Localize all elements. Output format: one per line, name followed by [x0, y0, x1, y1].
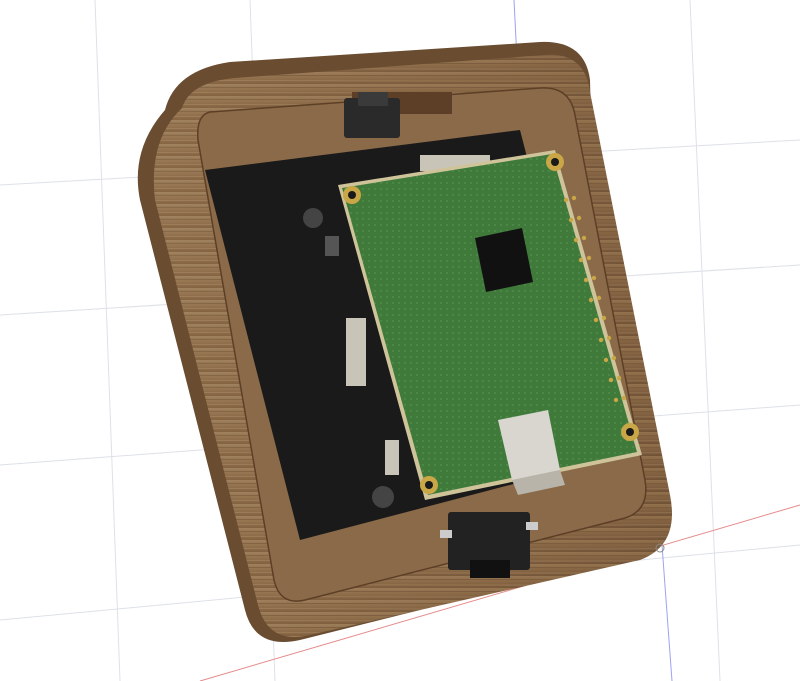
z-axis-line-lower [661, 544, 673, 681]
cad-viewport[interactable] [0, 0, 800, 681]
top-button-icon[interactable] [344, 92, 400, 138]
bottom-button-icon[interactable] [440, 512, 538, 578]
scene-svg [0, 0, 800, 681]
